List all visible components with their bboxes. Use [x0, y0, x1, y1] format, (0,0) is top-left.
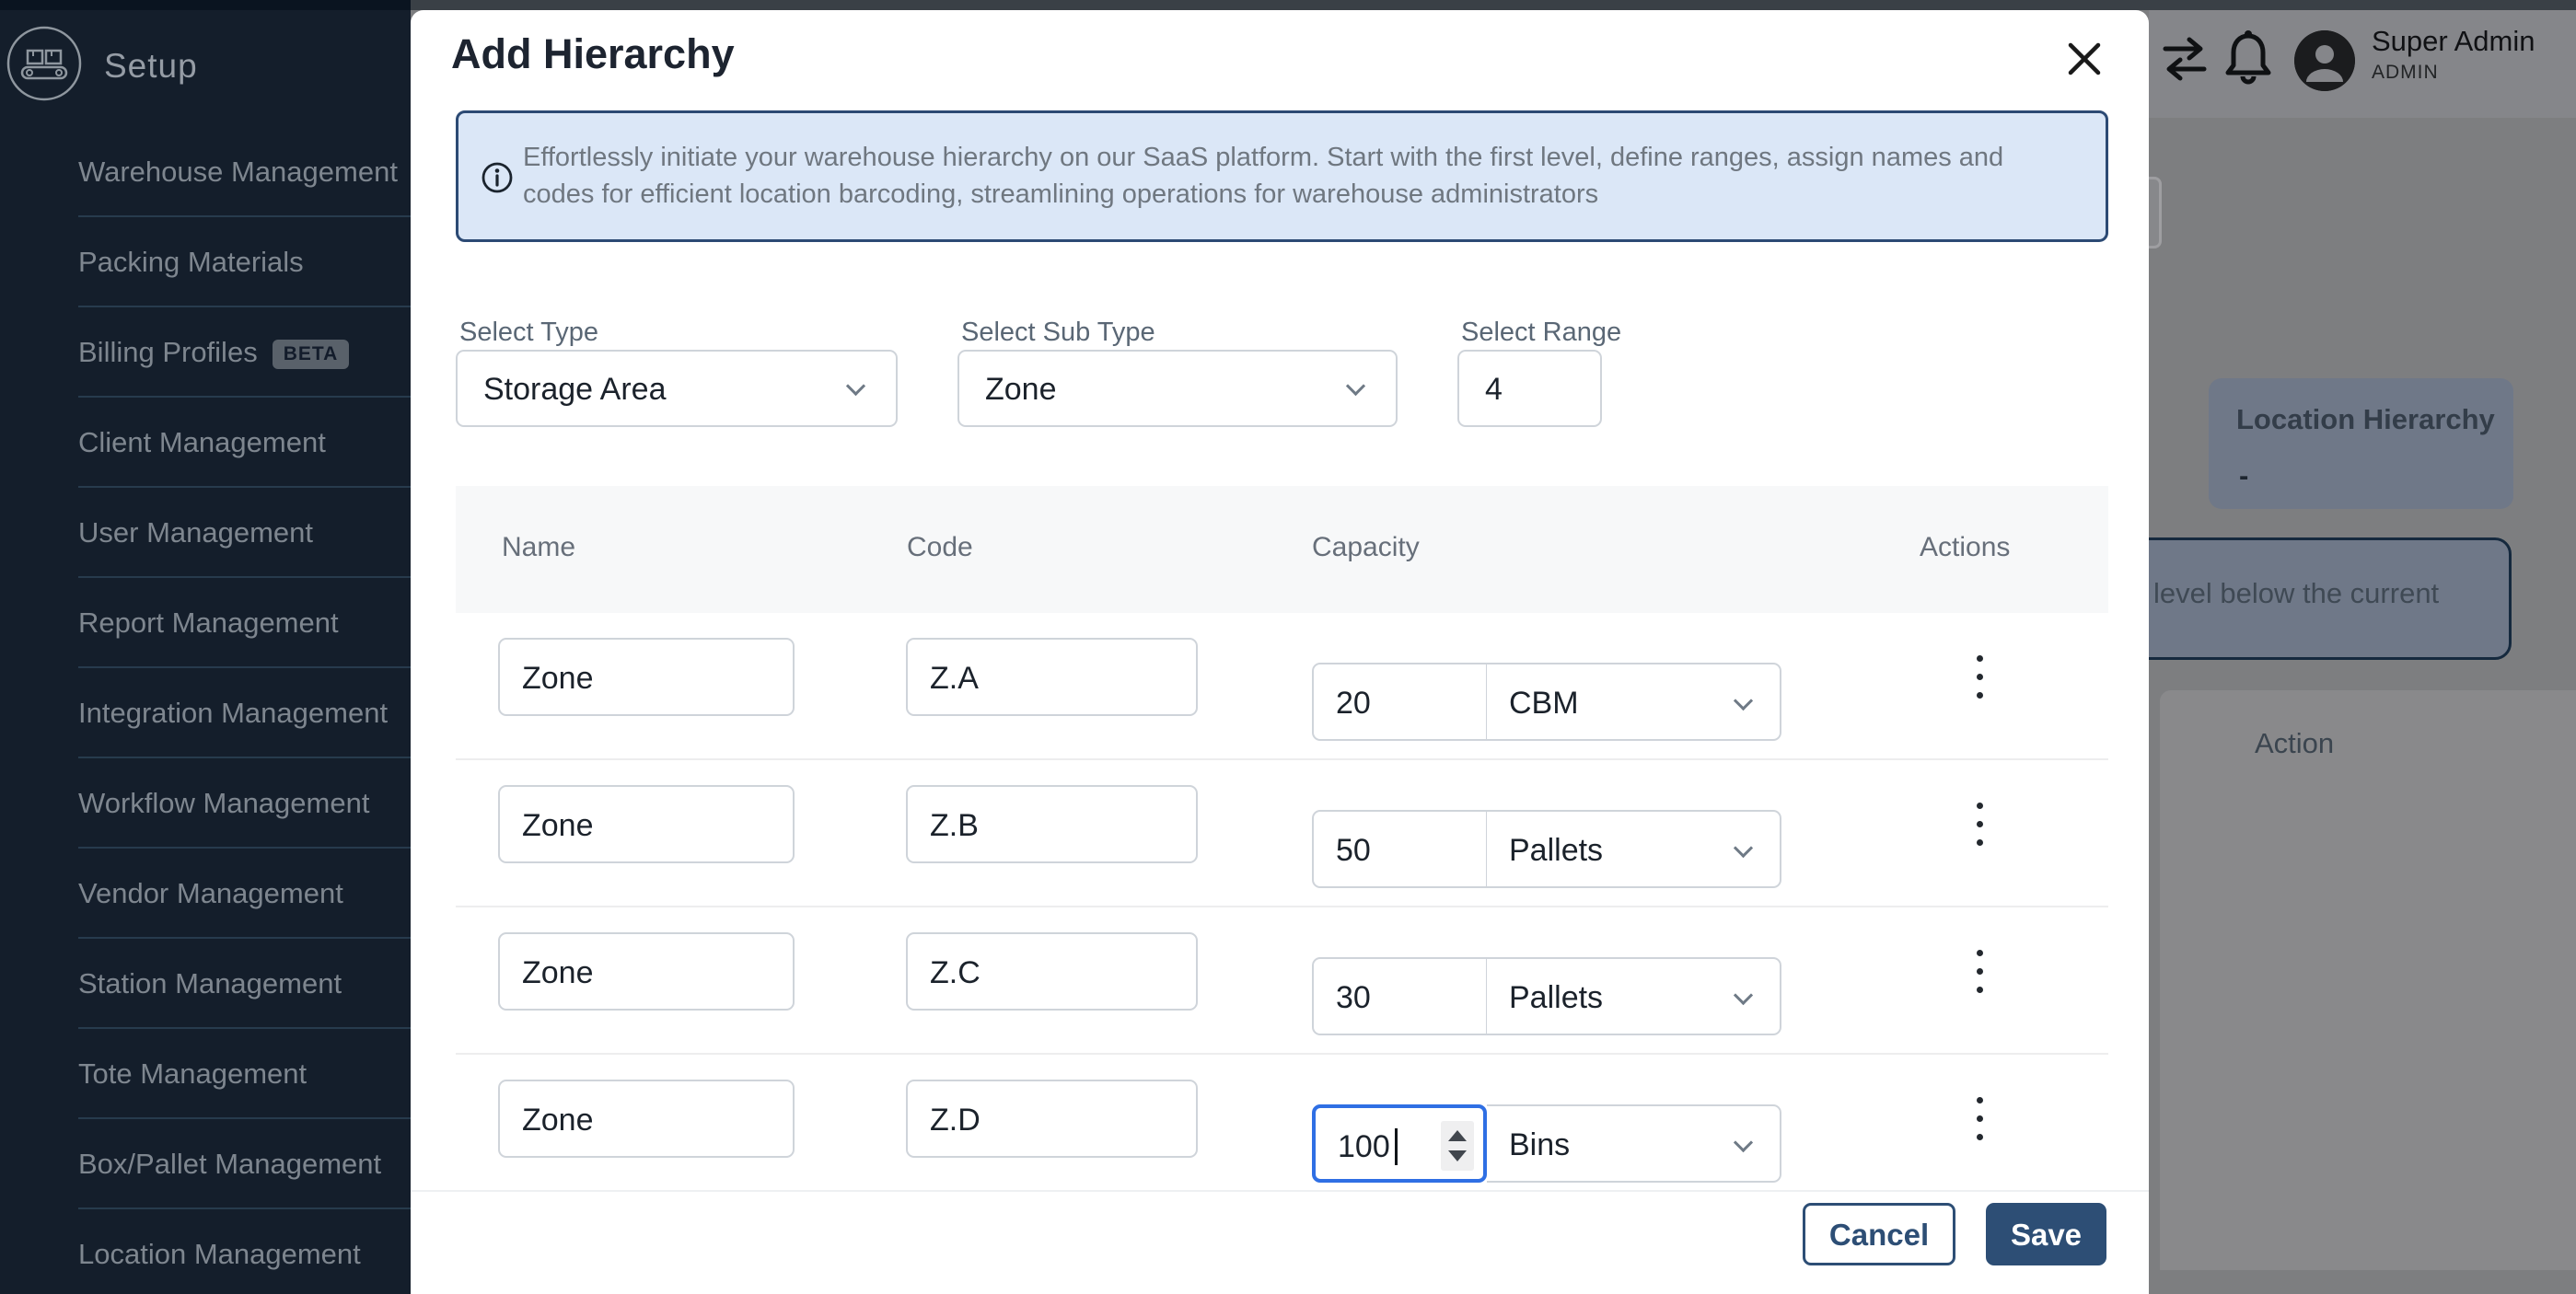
conveyor-belt-icon [6, 26, 82, 101]
sidebar: Setup Warehouse Management Packing Mater… [0, 10, 411, 1294]
name-input[interactable]: Zone [498, 638, 795, 716]
background-page: Super Admin ADMIN Location Hierarchy - l… [2149, 10, 2576, 1294]
text-caret [1395, 1128, 1398, 1165]
chevron-down-icon [1733, 1132, 1754, 1153]
table-row: Zone Z.D 100 Bins [456, 1055, 2108, 1202]
select-sub-type-label: Select Sub Type [961, 318, 1155, 347]
code-input[interactable]: Z.C [906, 932, 1198, 1011]
save-button[interactable]: Save [1986, 1203, 2106, 1265]
select-range-label: Select Range [1461, 318, 1622, 347]
table-row: Zone Z.A 20 CBM [456, 613, 2108, 760]
capacity-input[interactable]: 20 [1312, 663, 1487, 741]
location-hierarchy-title: Location Hierarchy [2236, 403, 2495, 435]
number-spinner[interactable] [1441, 1121, 1474, 1171]
select-sub-type-value: Zone [985, 372, 1057, 407]
code-input[interactable]: Z.B [906, 785, 1198, 863]
background-table-panel: Action [2160, 690, 2576, 1270]
cancel-button[interactable]: Cancel [1803, 1203, 1955, 1265]
sidebar-item-billing-profiles[interactable]: Billing Profiles BETA [0, 307, 411, 398]
chevron-down-icon [1733, 838, 1754, 859]
sidebar-menu: Warehouse Management Packing Materials B… [0, 127, 411, 1294]
column-header-actions: Actions [1920, 532, 2011, 562]
row-actions-kebab-icon[interactable] [1952, 1092, 2007, 1147]
unit-select[interactable]: Bins [1487, 1104, 1781, 1183]
sidebar-header: Setup [0, 10, 411, 130]
location-hierarchy-value: - [2239, 459, 2249, 491]
sidebar-item-warehouse-management[interactable]: Warehouse Management [0, 127, 411, 217]
top-strip-left [0, 0, 411, 10]
chevron-down-icon [845, 375, 866, 397]
select-type-dropdown[interactable]: Storage Area [456, 350, 898, 427]
hierarchy-note-text: level below the current [2153, 577, 2440, 609]
row-actions-kebab-icon[interactable] [1952, 944, 2007, 999]
select-range-value: 4 [1485, 372, 1503, 407]
user-avatar-icon[interactable] [2294, 30, 2355, 91]
info-banner: Effortlessly initiate your warehouse hie… [456, 110, 2108, 242]
capacity-input[interactable]: 50 [1312, 810, 1487, 888]
table-row: Zone Z.C 30 Pallets [456, 907, 2108, 1055]
select-sub-type-dropdown[interactable]: Zone [957, 350, 1398, 427]
select-type-label: Select Type [459, 318, 599, 347]
capacity-input[interactable]: 100 [1312, 1104, 1487, 1183]
sidebar-item-packing-materials[interactable]: Packing Materials [0, 217, 411, 307]
select-range-input[interactable]: 4 [1457, 350, 1602, 427]
capacity-group: 30 Pallets [1312, 932, 1781, 1035]
capacity-input[interactable]: 30 [1312, 957, 1487, 1035]
column-header-capacity: Capacity [1312, 532, 1420, 562]
row-actions-kebab-icon[interactable] [1952, 797, 2007, 852]
select-type-value: Storage Area [483, 372, 667, 407]
sidebar-item-workflow-management[interactable]: Workflow Management [0, 758, 411, 849]
code-input[interactable]: Z.D [906, 1080, 1198, 1158]
user-name[interactable]: Super Admin [2372, 25, 2535, 58]
sidebar-item-box-pallet-management[interactable]: Box/Pallet Management [0, 1119, 411, 1209]
hierarchy-note-box: level below the current [2149, 537, 2512, 660]
app-header: Super Admin ADMIN [2149, 10, 2576, 118]
info-icon [482, 162, 513, 193]
sidebar-item-vendor-management[interactable]: Vendor Management [0, 849, 411, 939]
sidebar-item-station-management[interactable]: Station Management [0, 939, 411, 1029]
capacity-group: 100 Bins [1312, 1080, 1781, 1183]
unit-select[interactable]: Pallets [1487, 957, 1781, 1035]
hierarchy-rows: Zone Z.A 20 CBM Zone Z.B 50 Pallets Zone… [456, 613, 2108, 1202]
sidebar-item-report-management[interactable]: Report Management [0, 578, 411, 668]
row-actions-kebab-icon[interactable] [1952, 650, 2007, 705]
chevron-down-icon [1733, 985, 1754, 1006]
sidebar-item-user-management[interactable]: User Management [0, 488, 411, 578]
sidebar-item-tote-management[interactable]: Tote Management [0, 1029, 411, 1119]
name-input[interactable]: Zone [498, 785, 795, 863]
column-header-code: Code [907, 532, 973, 562]
top-strip-right [411, 0, 2576, 10]
capacity-group: 50 Pallets [1312, 785, 1781, 888]
add-hierarchy-modal: Add Hierarchy Effortlessly initiate your… [411, 10, 2149, 1294]
location-hierarchy-panel: Location Hierarchy - [2209, 378, 2513, 509]
table-header: Name Code Capacity Actions [456, 486, 2108, 613]
footer-divider [411, 1190, 2149, 1192]
screen: Setup Warehouse Management Packing Mater… [0, 0, 2576, 1294]
chevron-down-icon [1733, 690, 1754, 711]
table-row: Zone Z.B 50 Pallets [456, 760, 2108, 907]
name-input[interactable]: Zone [498, 1080, 795, 1158]
action-column-label: Action [2255, 727, 2335, 759]
capacity-group: 20 CBM [1312, 638, 1781, 741]
code-input[interactable]: Z.A [906, 638, 1198, 716]
unit-select[interactable]: Pallets [1487, 810, 1781, 888]
user-role: ADMIN [2372, 62, 2439, 83]
transfer-arrows-icon[interactable] [2158, 32, 2211, 86]
name-input[interactable]: Zone [498, 932, 795, 1011]
sidebar-item-integration-management[interactable]: Integration Management [0, 668, 411, 758]
info-banner-text: Effortlessly initiate your warehouse hie… [523, 143, 2004, 209]
modal-title: Add Hierarchy [451, 30, 735, 77]
close-icon[interactable] [2063, 38, 2106, 80]
sidebar-item-client-management[interactable]: Client Management [0, 398, 411, 488]
sidebar-title: Setup [104, 47, 198, 85]
chevron-down-icon [1345, 375, 1366, 397]
column-header-name: Name [502, 532, 576, 562]
sidebar-item-location-management[interactable]: Location Management [0, 1209, 411, 1294]
beta-badge: BETA [272, 339, 350, 369]
notification-bell-icon[interactable] [2219, 27, 2278, 91]
clipped-input-box [2149, 177, 2162, 248]
unit-select[interactable]: CBM [1487, 663, 1781, 741]
